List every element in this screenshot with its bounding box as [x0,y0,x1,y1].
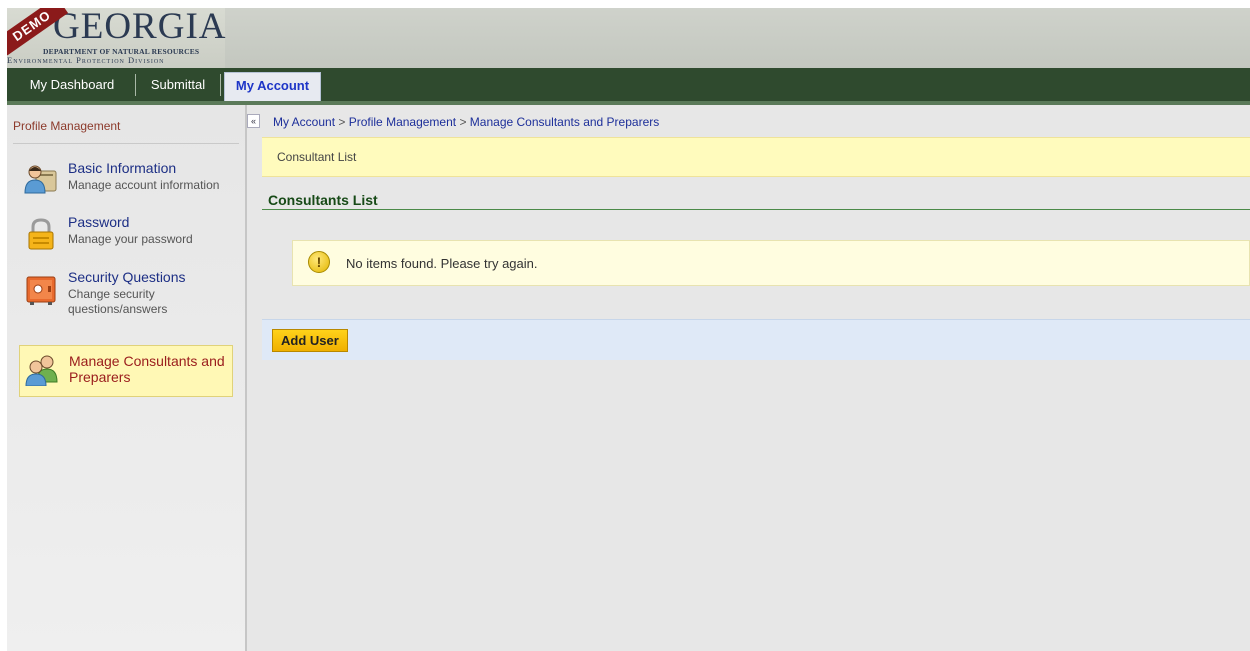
sidebar-title: Profile Management [13,119,121,133]
section-label-bar: Consultant List [262,137,1250,177]
padlock-icon [24,217,58,250]
safe-icon [24,272,58,305]
warning-icon: ! [308,251,330,273]
empty-message-box: ! No items found. Please try again. [292,240,1250,286]
breadcrumb-current: Manage Consultants and Preparers [469,115,660,129]
users-icon [25,354,59,387]
logo-division: Environmental Protection Division [7,55,165,65]
header: GEORGIA DEPARTMENT OF NATURAL RESOURCES … [7,8,1250,68]
nav-divider [135,74,136,96]
empty-message: No items found. Please try again. [346,256,538,271]
tab-my-account[interactable]: My Account [224,72,321,101]
agency-logo[interactable]: GEORGIA DEPARTMENT OF NATURAL RESOURCES … [7,8,225,68]
sidebar-item-description: Manage account information [68,178,220,192]
sidebar-divider [13,143,239,144]
logo-title: GEORGIA [53,8,227,47]
sidebar-item-description: Manage your password [68,232,193,246]
add-user-button[interactable]: Add User [272,329,348,352]
sidebar-item-label: Basic Information [68,160,177,176]
sidebar-item-basic-information[interactable]: Basic Information Manage account informa… [19,160,233,206]
nav-divider [220,74,221,96]
app-frame: GEORGIA DEPARTMENT OF NATURAL RESOURCES … [7,8,1250,651]
sidebar-item-description: Change security questions/answers [68,287,168,316]
tab-submittal[interactable]: Submittal [140,72,216,97]
sidebar-item-label: Manage Consultants and Preparers [69,353,225,385]
action-bar: Add User [262,319,1250,360]
breadcrumb-separator: > [338,115,349,129]
sidebar-item-security-questions[interactable]: Security Questions Change security quest… [19,269,233,329]
breadcrumb-separator: > [459,115,470,129]
sidebar: Profile Management Basic Information Man… [7,105,247,651]
breadcrumb-my-account[interactable]: My Account [273,115,335,129]
section-label: Consultant List [277,150,357,164]
sidebar-item-password[interactable]: Password Manage your password [19,214,233,260]
sidebar-item-label: Password [68,214,130,230]
consultants-list-heading: Consultants List [262,189,1250,210]
main-nav: My Dashboard Submittal My Account [7,68,1250,105]
breadcrumb-profile-management[interactable]: Profile Management [349,115,456,129]
collapse-sidebar-button[interactable]: « [247,114,260,128]
breadcrumb: My Account > Profile Management > Manage… [273,115,659,129]
user-card-icon [24,163,58,195]
tab-my-dashboard[interactable]: My Dashboard [13,72,131,97]
sidebar-item-label: Security Questions [68,269,186,285]
sidebar-item-manage-consultants[interactable]: Manage Consultants and Preparers [19,345,233,397]
list-title: Consultants List [268,192,378,208]
